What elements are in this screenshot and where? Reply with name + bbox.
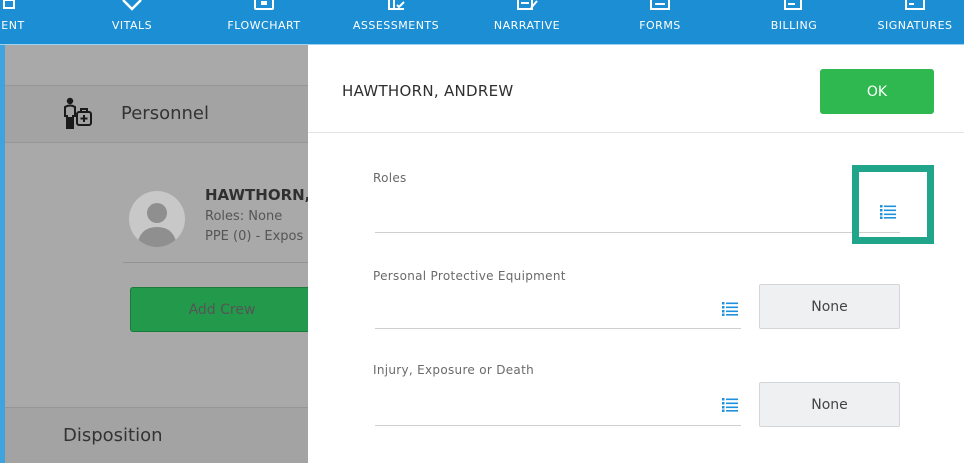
injury-none-button[interactable]: None [759, 382, 900, 427]
crew-ppe: PPE (0) - Expos [205, 229, 304, 244]
tab-label: VITALS [111, 19, 153, 32]
crew-roles: Roles: None [205, 209, 283, 224]
ppe-list-icon[interactable] [722, 301, 738, 316]
add-crew-button[interactable]: Add Crew [130, 287, 313, 332]
tab-label: ENT [1, 19, 25, 32]
ppe-none-button[interactable]: None [759, 284, 900, 329]
injury-list-icon[interactable] [722, 397, 738, 412]
crew-member-row[interactable]: HAWTHORN, Roles: None PPE (0) - Expos [123, 171, 313, 263]
personnel-section-header[interactable]: Personnel [5, 85, 308, 143]
ok-button[interactable]: OK [820, 69, 934, 114]
tab-assessments[interactable]: ASSESSMENTS [340, 0, 452, 44]
tab-flowchart[interactable]: FLOWCHART [215, 0, 313, 44]
injury-label: Injury, Exposure or Death [373, 363, 534, 377]
crew-member-dialog: HAWTHORN, ANDREW OK Roles Personal Prote… [308, 45, 964, 463]
injury-field[interactable] [375, 425, 741, 426]
tab-label: ASSESSMENTS [352, 19, 440, 32]
left-panel: Personnel HAWTHORN, Roles: None PPE (0) … [0, 45, 313, 463]
tab-narrative[interactable]: NARRATIVE [478, 0, 576, 44]
roles-label: Roles [373, 171, 407, 185]
tab-partial[interactable]: ENT [0, 0, 32, 44]
personnel-icon [61, 97, 97, 131]
flowchart-icon [249, 0, 279, 16]
tab-label: FLOWCHART [227, 19, 301, 32]
ppe-label: Personal Protective Equipment [373, 269, 566, 283]
roles-field[interactable] [375, 232, 900, 233]
tab-label: BILLING [770, 19, 818, 32]
tab-label: FORMS [639, 19, 681, 32]
tab-label: NARRATIVE [493, 19, 561, 32]
roles-highlight-box [852, 165, 934, 244]
vitals-icon [117, 0, 147, 16]
disposition-title: Disposition [63, 425, 163, 446]
disposition-section-header[interactable]: Disposition [5, 407, 308, 463]
dialog-title: HAWTHORN, ANDREW [342, 82, 514, 100]
top-nav: ENT VITALS FLOWCHART ASSESSMENTS NARRATI… [0, 0, 964, 44]
signatures-icon [900, 0, 930, 16]
tab-signatures[interactable]: SIGNATURES [866, 0, 964, 44]
partial-icon [0, 0, 28, 16]
tab-billing[interactable]: BILLING [752, 0, 836, 44]
tab-label: SIGNATURES [877, 19, 953, 32]
screen: ENT VITALS FLOWCHART ASSESSMENTS NARRATI… [0, 0, 964, 463]
avatar [129, 191, 185, 247]
assessments-icon [381, 0, 411, 16]
crew-name: HAWTHORN, [205, 186, 311, 204]
tab-vitals[interactable]: VITALS [92, 0, 172, 44]
ppe-field[interactable] [375, 328, 741, 329]
narrative-icon [512, 0, 542, 16]
tab-forms[interactable]: FORMS [618, 0, 702, 44]
billing-icon [779, 0, 809, 16]
personnel-title: Personnel [121, 103, 209, 124]
forms-icon [645, 0, 675, 16]
dialog-divider [308, 132, 964, 133]
